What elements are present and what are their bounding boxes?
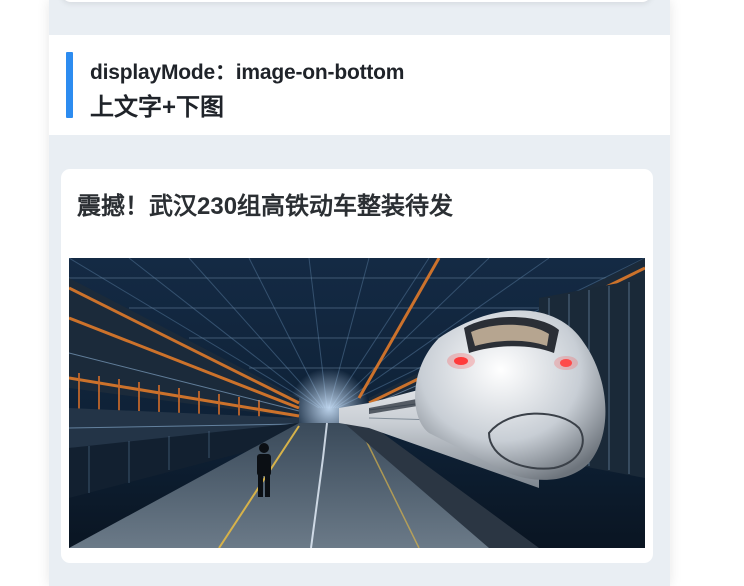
display-mode-label: displayMode：image-on-bottom — [90, 61, 405, 84]
accent-bar — [66, 52, 73, 118]
display-mode-header: displayMode：image-on-bottom 上文字+下图 — [49, 35, 670, 135]
news-image[interactable] — [69, 258, 645, 548]
display-mode-description: 上文字+下图 — [90, 94, 225, 121]
news-title[interactable]: 震撼！武汉230组高铁动车整装待发 — [77, 186, 453, 221]
news-card[interactable]: 震撼！武汉230组高铁动车整装待发 — [61, 169, 653, 563]
page: displayMode：image-on-bottom 上文字+下图 震撼！武汉… — [0, 0, 744, 586]
content-column[interactable]: displayMode：image-on-bottom 上文字+下图 震撼！武汉… — [49, 0, 670, 586]
train-photo-illustration — [69, 258, 645, 548]
previous-card[interactable] — [61, 0, 652, 2]
